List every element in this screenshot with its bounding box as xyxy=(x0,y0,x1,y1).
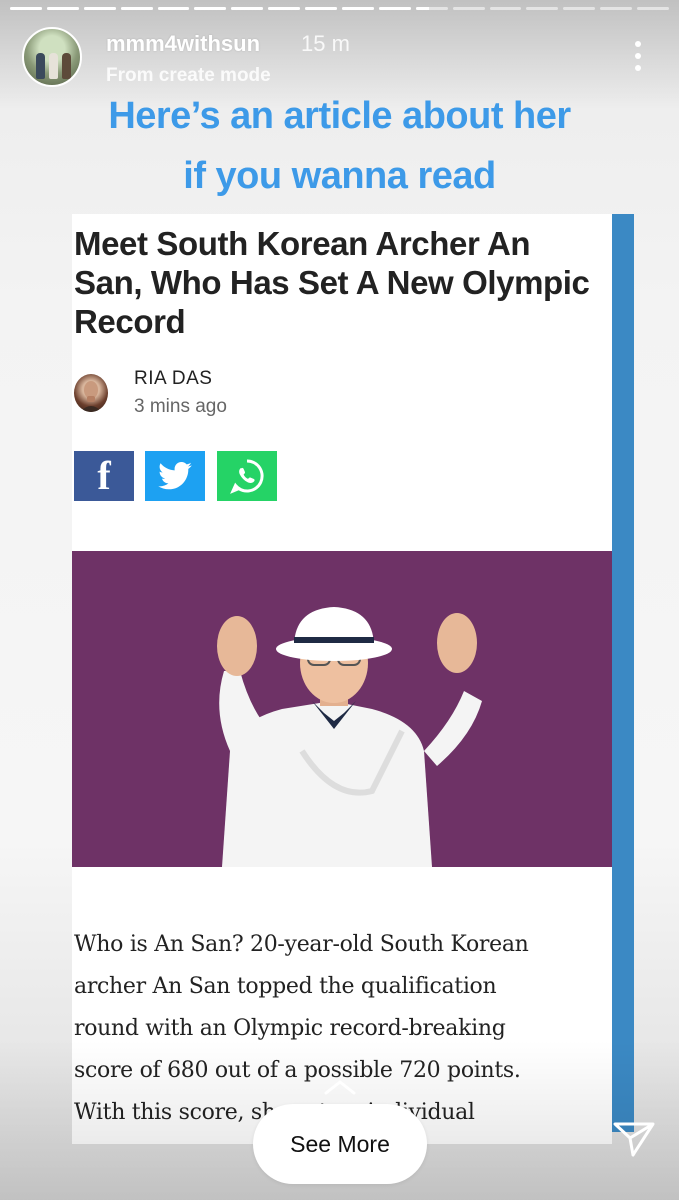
whatsapp-icon xyxy=(230,459,264,494)
progress-segment xyxy=(378,7,411,10)
send-icon[interactable] xyxy=(612,1118,656,1158)
caption-line-2: if you wanna read xyxy=(183,155,496,197)
story-progress-bar xyxy=(10,7,670,11)
progress-segment xyxy=(452,7,485,10)
accent-bar xyxy=(612,214,634,1132)
facebook-icon: f xyxy=(97,453,111,498)
progress-segment xyxy=(83,7,116,10)
username[interactable]: mmm4withsun xyxy=(106,31,260,57)
progress-segment xyxy=(563,7,596,10)
whatsapp-share-button[interactable] xyxy=(217,451,277,501)
progress-segment xyxy=(194,7,227,10)
article-body-line: archer An San topped the qualification xyxy=(74,974,497,999)
twitter-icon xyxy=(158,462,192,490)
publish-time: 3 mins ago xyxy=(134,396,227,417)
author-avatar xyxy=(74,374,108,412)
create-mode-label[interactable]: From create mode xyxy=(106,65,271,87)
progress-segment xyxy=(637,7,670,10)
more-options-icon[interactable] xyxy=(634,41,642,71)
see-more-button[interactable]: See More xyxy=(253,1104,427,1184)
article-photo xyxy=(72,551,612,867)
progress-segment xyxy=(120,7,153,10)
progress-segment xyxy=(415,7,448,10)
progress-segment xyxy=(305,7,338,10)
article-screenshot: Meet South Korean Archer An San, Who Has… xyxy=(72,214,612,1144)
twitter-share-button[interactable] xyxy=(145,451,205,501)
progress-segment xyxy=(231,7,264,10)
progress-segment xyxy=(342,7,374,10)
progress-segment xyxy=(46,7,79,10)
chevron-up-icon[interactable] xyxy=(322,1078,358,1096)
progress-segment xyxy=(268,7,301,10)
progress-segment xyxy=(10,7,42,10)
author-name: RIA DAS xyxy=(134,368,213,389)
post-time: 15 m xyxy=(301,31,350,56)
story-view[interactable]: mmm4withsun 15 m From create mode Here’s… xyxy=(0,0,679,1200)
progress-segment xyxy=(157,7,190,10)
story-caption: Here’s an article about her if you wanna… xyxy=(0,86,679,206)
article-title: Meet South Korean Archer An San, Who Has… xyxy=(74,225,590,340)
progress-segment xyxy=(600,7,633,10)
caption-line-1: Here’s an article about her xyxy=(108,95,571,137)
facebook-share-button[interactable]: f xyxy=(74,451,134,501)
story-header: mmm4withsun 15 m From create mode xyxy=(22,27,662,89)
article-body-line: Who is An San? 20-year-old South Korean xyxy=(74,932,529,957)
progress-segment xyxy=(526,7,559,10)
progress-segment xyxy=(489,7,522,10)
user-avatar[interactable] xyxy=(22,27,82,87)
